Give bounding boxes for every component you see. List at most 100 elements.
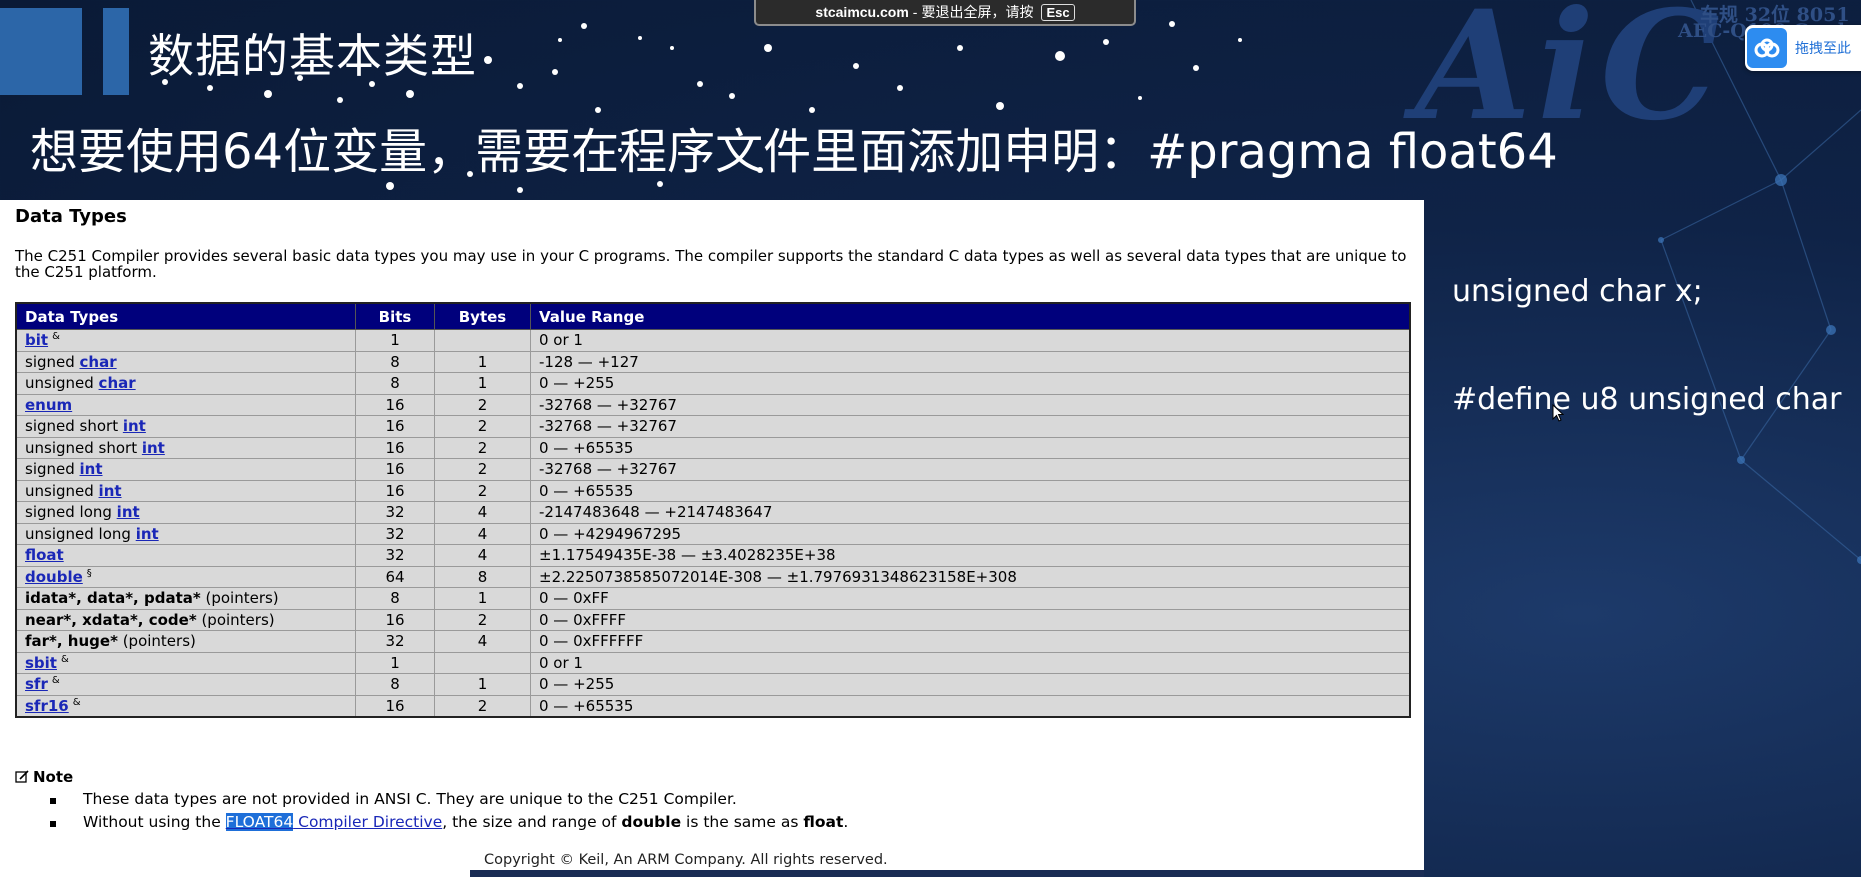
cell-bits: 16 <box>355 479 435 502</box>
type-keyword-link[interactable]: char <box>99 374 136 392</box>
type-keyword-link[interactable]: float <box>25 546 64 564</box>
cell-bytes: 1 <box>434 587 531 610</box>
note-bold-float: float <box>803 813 844 831</box>
table-row: signed long int 32 4 -2147483648 — +2147483… <box>15 501 1411 524</box>
doc-heading: Data Types <box>15 206 127 227</box>
type-keyword-link[interactable]: double <box>25 568 83 586</box>
cell-bytes: 4 <box>434 501 531 524</box>
cell-type: signed long int <box>15 501 356 524</box>
slide-title: 数据的基本类型 <box>148 29 477 83</box>
table-row: near*, xdata*, code* (pointers) 16 2 0 — 0x… <box>15 608 1411 631</box>
cell-type: signed char <box>15 350 356 373</box>
float64-directive-link[interactable]: FLOAT64 Compiler Directive <box>225 813 443 831</box>
cell-range: -128 — +127 <box>530 350 1411 373</box>
note-pencil-icon <box>15 770 29 783</box>
pointer-type: far*, huge* <box>25 632 118 651</box>
cell-range: -32768 — +32767 <box>530 458 1411 481</box>
cell-type: enum <box>15 393 356 416</box>
table-row: float 32 4 ±1.17549435E-38 — ±3.4028235E+38 <box>15 544 1411 567</box>
cell-bytes: 2 <box>434 608 531 631</box>
cell-range: 0 — 0xFFFF <box>530 608 1411 631</box>
type-keyword-link[interactable]: sfr <box>25 675 48 693</box>
type-keyword-link[interactable]: char <box>80 353 117 371</box>
type-suffix: (pointers) <box>196 610 275 629</box>
table-row: sfr & 8 1 0 — +255 <box>15 673 1411 696</box>
type-keyword-link[interactable]: int <box>136 525 159 543</box>
type-prefix: unsigned short <box>25 438 142 457</box>
cell-bytes: 1 <box>434 673 531 696</box>
cell-bytes: 2 <box>434 479 531 502</box>
cell-range: 0 — 0xFFFFFF <box>530 630 1411 653</box>
type-keyword-link[interactable]: sfr16 <box>25 697 69 715</box>
cell-range: 0 — +65535 <box>530 479 1411 502</box>
doc-bottom-strip <box>470 870 1424 877</box>
cell-bits: 16 <box>355 436 435 459</box>
cell-type: sfr & <box>15 673 356 696</box>
type-prefix: unsigned <box>25 374 99 393</box>
cell-bytes <box>434 651 531 674</box>
type-suffix: (pointers) <box>117 632 196 651</box>
table-header-row: Data Types Bits Bytes Value Range <box>15 302 1411 330</box>
drag-drop-label: 拖拽至此 <box>1795 41 1851 57</box>
footnote-mark: & <box>51 675 60 687</box>
cell-bytes: 4 <box>434 544 531 567</box>
cell-bytes: 8 <box>434 565 531 588</box>
footnote-mark: & <box>52 331 60 343</box>
fullscreen-text: 要退出全屏，请按 <box>921 4 1034 20</box>
type-keyword-link[interactable]: enum <box>25 396 72 414</box>
cell-bytes: 4 <box>434 522 531 545</box>
type-keyword-link[interactable]: int <box>99 482 122 500</box>
footnote-mark: & <box>72 696 81 708</box>
note-item: These data types are not provided in ANS… <box>50 788 848 811</box>
table-row: sfr16 & 16 2 0 — +65535 <box>15 694 1411 718</box>
float64-highlight: FLOAT64 <box>225 813 294 831</box>
type-keyword-link[interactable]: int <box>123 417 146 435</box>
code-example-line-1: unsigned char x; <box>1452 274 1703 309</box>
type-keyword-link[interactable]: int <box>80 460 103 478</box>
footnote-mark: § <box>86 567 92 579</box>
type-suffix: (pointers) <box>200 589 279 608</box>
type-keyword-link[interactable]: int <box>142 439 165 457</box>
code-example-line-2: #define u8 unsigned char <box>1452 382 1842 417</box>
cell-bytes: 4 <box>434 630 531 653</box>
cell-bits: 8 <box>355 673 435 696</box>
cell-bits: 32 <box>355 630 435 653</box>
cell-bits: 16 <box>355 393 435 416</box>
cloud-icon <box>1747 28 1787 68</box>
esc-key-hint[interactable]: Esc <box>1041 3 1075 21</box>
table-row: signed int 16 2 -32768 — +32767 <box>15 458 1411 481</box>
cell-range: 0 or 1 <box>530 329 1411 352</box>
cell-range: -32768 — +32767 <box>530 393 1411 416</box>
cell-type: unsigned char <box>15 372 356 395</box>
cell-range: 0 or 1 <box>530 651 1411 674</box>
note-heading-label: Note <box>33 768 74 786</box>
cell-bytes: 2 <box>434 415 531 438</box>
cell-type: idata*, data*, pdata* (pointers) <box>15 587 356 610</box>
note-list: These data types are not provided in ANS… <box>50 788 848 834</box>
cell-bits: 8 <box>355 587 435 610</box>
note-item: Without using the FLOAT64 Compiler Direc… <box>50 811 848 834</box>
drag-drop-widget[interactable]: 拖拽至此 <box>1745 25 1861 71</box>
cell-bytes: 2 <box>434 436 531 459</box>
directive-link-text: Compiler Directive <box>293 813 443 831</box>
type-keyword-link[interactable]: int <box>117 503 140 521</box>
table-row: far*, huge* (pointers) 32 4 0 — 0xFFFFFF <box>15 630 1411 653</box>
type-keyword-link[interactable]: sbit <box>25 654 57 672</box>
type-prefix: signed long <box>25 503 117 522</box>
cell-bits: 64 <box>355 565 435 588</box>
cell-range: ±1.17549435E-38 — ±3.4028235E+38 <box>530 544 1411 567</box>
cell-bytes: 1 <box>434 372 531 395</box>
cell-range: -2147483648 — +2147483647 <box>530 501 1411 524</box>
data-types-table: Data Types Bits Bytes Value Range bit & 1 0… <box>15 302 1411 718</box>
type-prefix: unsigned long <box>25 524 136 543</box>
cell-range: 0 — +65535 <box>530 694 1411 718</box>
cell-type: signed int <box>15 458 356 481</box>
table-row: signed char 8 1 -128 — +127 <box>15 350 1411 373</box>
cell-type: unsigned short int <box>15 436 356 459</box>
keil-help-document: Data Types The C251 Compiler provides se… <box>0 200 1424 877</box>
slide-subtitle: 想要使用64位变量，需要在程序文件里面添加申明：#pragma float64 <box>30 124 1558 180</box>
cell-type: far*, huge* (pointers) <box>15 630 356 653</box>
cell-type: near*, xdata*, code* (pointers) <box>15 608 356 631</box>
type-keyword-link[interactable]: bit <box>25 331 48 349</box>
note-text: Without using the <box>83 813 226 831</box>
